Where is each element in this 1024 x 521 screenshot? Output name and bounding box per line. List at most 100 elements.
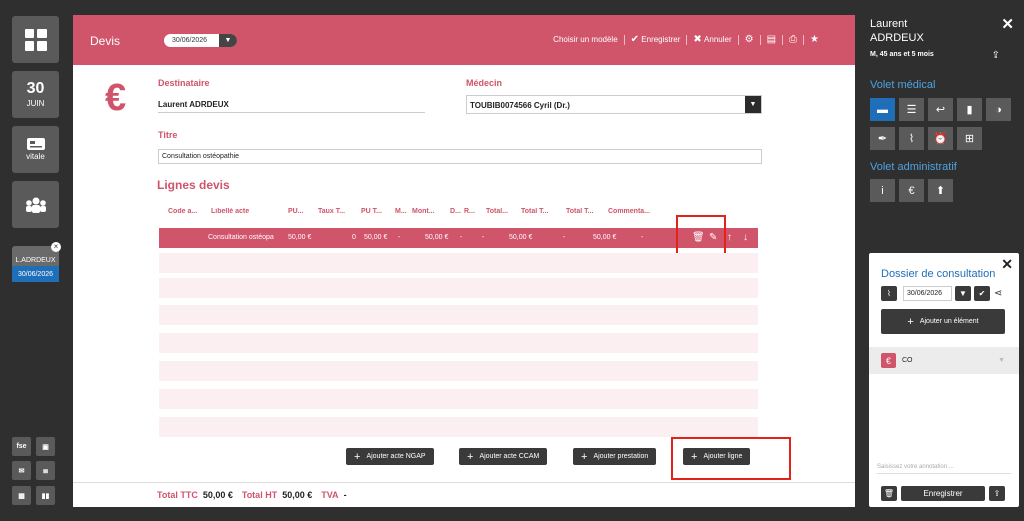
table-row-empty: [159, 333, 758, 353]
chevron-down-icon[interactable]: ▼: [219, 34, 237, 47]
pill-box-icon[interactable]: ▣: [36, 437, 55, 456]
patients-tile[interactable]: [12, 181, 59, 228]
print-icon[interactable]: ⎙: [789, 34, 797, 45]
alarm-icon[interactable]: ⏰: [928, 127, 953, 150]
stats-icon[interactable]: ▮▮: [36, 486, 55, 505]
upload-icon[interactable]: ⬆: [928, 179, 953, 202]
dashboard-icon[interactable]: ▬: [870, 98, 895, 121]
mail-icon[interactable]: ✉: [12, 461, 31, 480]
calculator-icon[interactable]: ▦: [12, 486, 31, 505]
cell-libelle: Consultation ostéopa: [208, 234, 274, 241]
col-montant[interactable]: Mont...: [412, 208, 450, 220]
check-icon[interactable]: ✔: [974, 286, 990, 301]
list-item[interactable]: € CO ▼: [869, 347, 1019, 374]
date-value: 30/06/2026: [172, 37, 208, 44]
date-select[interactable]: 30/06/2026 ▼: [164, 34, 237, 47]
cell-m: -: [398, 234, 401, 241]
patient-sidebar: Laurent ADRDEUX M, 45 ans et 5 mois ✕ ⇪ …: [862, 0, 1024, 250]
titre-label: Titre: [158, 130, 178, 140]
pills-icon[interactable]: ◑: [986, 98, 1011, 121]
col-r[interactable]: R...: [464, 208, 486, 220]
add-ccam-button[interactable]: + Ajouter acte CCAM: [459, 448, 548, 465]
add-element-button[interactable]: + Ajouter un élément: [881, 309, 1005, 334]
paperclip-icon[interactable]: ⌇: [899, 127, 924, 150]
col-comment[interactable]: Commenta...: [608, 208, 660, 220]
add-ngap-button[interactable]: + Ajouter acte NGAP: [346, 448, 434, 465]
cancel-button[interactable]: Annuler: [704, 35, 732, 44]
col-d[interactable]: D...: [450, 208, 464, 220]
document-icon[interactable]: ≣: [36, 461, 55, 480]
close-folder-icon[interactable]: ×: [51, 242, 61, 252]
choose-model-button[interactable]: Choisir un modèle: [553, 35, 617, 44]
card-icon: [26, 138, 45, 150]
col-total-t2[interactable]: Total T...: [566, 208, 608, 220]
close-icon: ✖: [693, 34, 702, 45]
share-icon[interactable]: ⇪: [992, 50, 1000, 61]
col-taux[interactable]: Taux T...: [318, 208, 361, 220]
star-icon[interactable]: ★: [810, 34, 819, 45]
syringe-icon[interactable]: ✒: [870, 127, 895, 150]
patient-info: M, 45 ans et 5 mois: [870, 51, 934, 58]
col-put[interactable]: PU T...: [361, 208, 395, 220]
lines-section-title: Lignes devis: [157, 178, 230, 192]
cell-pu: 50,00 €: [288, 234, 312, 241]
consultation-dossier: Dossier de consultation ✕ ⌇ 30/06/2026 ▼…: [869, 253, 1019, 507]
trash-icon[interactable]: 🗑: [881, 486, 897, 501]
chevron-down-icon[interactable]: ▼: [955, 286, 971, 301]
bar-chart-icon[interactable]: ▮: [957, 98, 982, 121]
arrow-down-icon[interactable]: ↓: [743, 232, 748, 243]
check-icon: ✔: [630, 34, 640, 45]
share-icon[interactable]: ⇪: [989, 486, 1005, 501]
grid-icon: [24, 28, 47, 51]
save-button[interactable]: Enregistrer: [641, 35, 680, 44]
list-icon[interactable]: ☰: [899, 98, 924, 121]
share-icon[interactable]: ⋖: [994, 288, 1002, 299]
arrow-up-icon[interactable]: ↑: [727, 232, 732, 243]
fse-button[interactable]: fse: [12, 437, 31, 456]
page-title: Devis: [90, 34, 121, 48]
dossier-title: Dossier de consultation: [881, 268, 996, 280]
patient-folder-tab[interactable]: L.ADRDEUX 30/06/2026 ×: [12, 242, 61, 282]
table-row-empty: [159, 417, 758, 437]
add-prestation-button[interactable]: + Ajouter prestation: [573, 448, 657, 465]
col-libelle[interactable]: Libellé acte: [211, 208, 288, 220]
group-icon: [25, 197, 46, 213]
paperclip-icon[interactable]: ⌇: [881, 286, 897, 301]
titre-input[interactable]: Consultation ostéopathie: [158, 149, 762, 164]
annotation-input[interactable]: Saisissez votre annotation ...: [877, 464, 1011, 474]
euro-icon[interactable]: €: [899, 179, 924, 202]
gear-icon[interactable]: ⚙: [745, 34, 754, 45]
reply-icon[interactable]: ↩: [928, 98, 953, 121]
card-label: vitale: [26, 152, 45, 161]
medecin-select[interactable]: TOUBIB0074566 Cyril (Dr.) ▼: [466, 95, 762, 114]
close-icon[interactable]: ✕: [1001, 15, 1014, 33]
destinataire-field[interactable]: Laurent ADRDEUX: [158, 100, 425, 113]
table-row-empty: [159, 278, 758, 298]
close-icon[interactable]: ✕: [1001, 256, 1013, 273]
chevron-down-icon[interactable]: ▼: [998, 357, 1005, 364]
cell-comment: -: [641, 234, 644, 241]
dossier-save-button[interactable]: Enregistrer: [901, 486, 985, 501]
col-pu[interactable]: PU...: [288, 208, 318, 220]
medical-section-title: Volet médical: [870, 79, 936, 91]
dossier-date-input[interactable]: 30/06/2026: [903, 286, 952, 301]
medecin-label: Médecin: [466, 78, 503, 88]
col-code[interactable]: Code a...: [168, 208, 211, 220]
add-file-icon[interactable]: ⊞: [957, 127, 982, 150]
col-total-t1[interactable]: Total T...: [521, 208, 566, 220]
highlight-add-line: [671, 437, 791, 480]
cell-total: 50,00 €: [509, 234, 533, 241]
pdf-icon[interactable]: ▤: [767, 34, 776, 45]
dashboard-tile[interactable]: [12, 16, 59, 63]
info-icon[interactable]: i: [870, 179, 895, 202]
table-row[interactable]: Consultation ostéopa 50,00 € 0 50,00 € -…: [159, 228, 758, 248]
vitale-card-tile[interactable]: vitale: [12, 126, 59, 173]
chevron-down-icon[interactable]: ▼: [745, 96, 761, 113]
date-tile[interactable]: 30 JUIN: [12, 71, 59, 118]
col-m[interactable]: M...: [395, 208, 412, 220]
devis-header: Devis 30/06/2026 ▼ Choisir un modèle ✔ E…: [73, 15, 855, 65]
cell-total-t2: 50,00 €: [593, 234, 617, 241]
date-month: JUIN: [26, 99, 45, 108]
col-total[interactable]: Total...: [486, 208, 521, 220]
cell-r: -: [482, 234, 485, 241]
